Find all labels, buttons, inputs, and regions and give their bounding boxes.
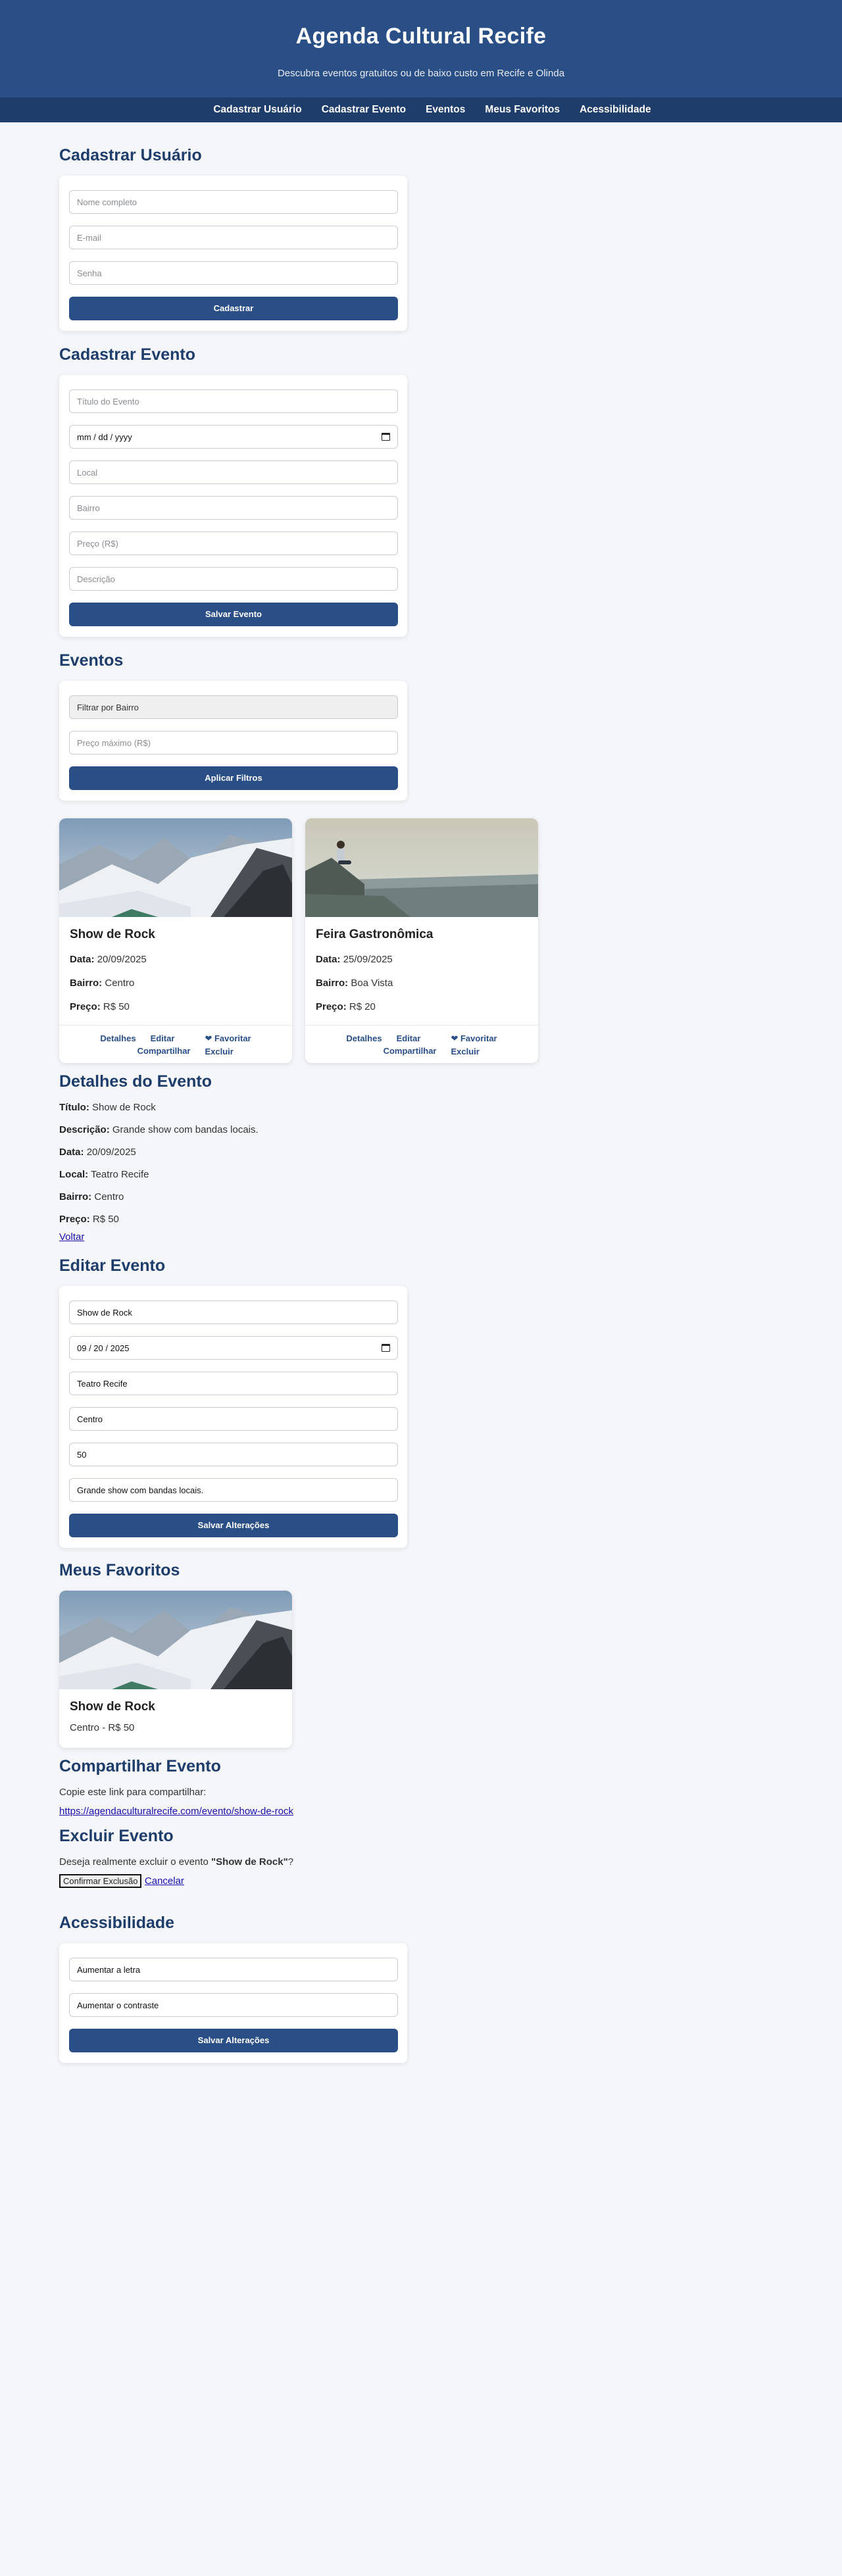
section-title-acessibilidade: Acessibilidade [59,1914,175,1932]
section-title-eventos: Eventos [59,651,124,670]
aumentar-letra-field[interactable]: Aumentar a letra [69,1958,398,1981]
nav-cadastrar-usuario[interactable]: Cadastrar Usuário [213,104,301,116]
site-title: Agenda Cultural Recife [295,24,547,49]
main-nav: Cadastrar Usuário Cadastrar Evento Event… [0,97,842,122]
event-bairro: Bairro: Centro [70,978,135,989]
edit-local-field[interactable]: Teatro Recife [69,1372,398,1395]
preco-max-field[interactable]: Preço máximo (R$) [69,731,398,755]
nav-meus-favoritos[interactable]: Meus Favoritos [485,104,560,116]
snowy-mountains-image [59,818,292,917]
event-title: Show de Rock [70,928,155,941]
nav-eventos[interactable]: Eventos [426,104,465,116]
nome-field[interactable]: Nome completo [69,190,398,214]
detalhes-button[interactable]: Detalhes [100,1033,136,1043]
detail-bairro: Bairro: Centro [59,1191,124,1202]
section-title-cadastrar-usuario: Cadastrar Usuário [59,146,202,164]
compartilhar-button[interactable]: Compartilhar [137,1046,191,1056]
section-title-cadastrar-evento: Cadastrar Evento [59,345,196,364]
event-cards-list: Show de Rock Data: 20/09/2025 Bairro: Ce… [59,818,842,1063]
titulo-field[interactable]: Título do Evento [69,389,398,413]
event-form-card: Título do Evento mm / dd / yyyy Local Ba… [59,375,407,637]
event-card: Show de Rock Data: 20/09/2025 Bairro: Ce… [59,818,292,1063]
share-text: Copie este link para compartilhar: [59,1787,207,1798]
section-title-detalhes: Detalhes do Evento [59,1072,212,1091]
event-bairro: Bairro: Boa Vista [316,978,393,989]
event-image [59,818,292,917]
filter-card: Filtrar por Bairro Preço máximo (R$) Apl… [59,681,407,801]
detail-titulo: Título: Show de Rock [59,1102,156,1113]
person-on-cliff-image [305,818,538,917]
data-field[interactable]: mm / dd / yyyy [69,425,398,449]
salvar-alteracoes-button[interactable]: Salvar Alterações [69,1514,398,1537]
compartilhar-button[interactable]: Compartilhar [384,1046,437,1056]
detail-preco: Preço: R$ 50 [59,1214,119,1225]
section-title-editar: Editar Evento [59,1256,166,1275]
section-title-favoritos: Meus Favoritos [59,1561,180,1579]
site-subtitle: Descubra eventos gratuitos ou de baixo c… [277,68,565,79]
data-field-text: mm / dd / yyyy [77,432,132,442]
favorite-info: Centro - R$ 50 [70,1722,135,1733]
calendar-icon[interactable] [382,1344,390,1352]
favoritar-button[interactable]: ❤ Favoritar [205,1033,251,1044]
detail-local: Local: Teatro Recife [59,1169,149,1180]
detalhes-button[interactable]: Detalhes [346,1033,382,1043]
event-actions: Detalhes Editar Compartilhar ❤ Favoritar E… [305,1025,538,1063]
descricao-field[interactable]: Descrição [69,567,398,591]
event-preco: Preço: R$ 20 [316,1001,376,1012]
site-header: Agenda Cultural Recife Descubra eventos … [0,0,842,97]
event-data: Data: 25/09/2025 [316,954,393,965]
edit-titulo-field[interactable]: Show de Rock [69,1300,398,1324]
salvar-evento-button[interactable]: Salvar Evento [69,603,398,626]
editar-button[interactable]: Editar [397,1033,437,1043]
delete-actions: Confirmar Exclusão Cancelar [59,1874,842,1888]
email-field[interactable]: E-mail [69,226,398,249]
detail-data: Data: 20/09/2025 [59,1147,136,1158]
preco-field[interactable]: Preço (R$) [69,532,398,555]
cancelar-link[interactable]: Cancelar [145,1875,184,1887]
bairro-filter-select[interactable]: Filtrar por Bairro [69,695,398,719]
delete-question: Deseja realmente excluir o evento "Show … [59,1856,294,1868]
favorite-card: Show de Rock Centro - R$ 50 [59,1591,292,1748]
nav-acessibilidade[interactable]: Acessibilidade [580,104,651,116]
excluir-button[interactable]: Excluir [205,1047,251,1056]
nav-cadastrar-evento[interactable]: Cadastrar Evento [322,104,406,116]
event-card: Feira Gastronômica Data: 25/09/2025 Bair… [305,818,538,1063]
calendar-icon[interactable] [382,433,390,441]
favorite-image [59,1591,292,1689]
aumentar-contraste-field[interactable]: Aumentar o contraste [69,1993,398,2017]
event-image [305,818,538,917]
favorite-title: Show de Rock [70,1700,155,1714]
user-form-card: Nome completo E-mail Senha Cadastrar [59,176,407,331]
edit-preco-field[interactable]: 50 [69,1443,398,1466]
edit-bairro-field[interactable]: Centro [69,1407,398,1431]
local-field[interactable]: Local [69,460,398,484]
share-link[interactable]: https://agendaculturalrecife.com/evento/… [59,1806,293,1817]
voltar-link[interactable]: Voltar [59,1231,84,1243]
senha-field[interactable]: Senha [69,261,398,285]
edit-descricao-field[interactable]: Grande show com bandas locais. [69,1478,398,1502]
editar-button[interactable]: Editar [151,1033,191,1043]
event-data: Data: 20/09/2025 [70,954,147,965]
edit-form-card: Show de Rock 09 / 20 / 2025 Teatro Recif… [59,1286,407,1548]
edit-data-field[interactable]: 09 / 20 / 2025 [69,1336,398,1360]
section-title-excluir: Excluir Evento [59,1827,174,1845]
bairro-field[interactable]: Bairro [69,496,398,520]
main-content: Cadastrar Usuário Nome completo E-mail S… [0,146,842,2063]
aplicar-filtros-button[interactable]: Aplicar Filtros [69,766,398,790]
excluir-button[interactable]: Excluir [451,1047,497,1056]
edit-data-text: 09 / 20 / 2025 [77,1343,130,1353]
event-preco: Preço: R$ 50 [70,1001,130,1012]
accessibility-card: Aumentar a letra Aumentar o contraste Sa… [59,1943,407,2063]
confirmar-exclusao-button[interactable]: Confirmar Exclusão [59,1874,142,1888]
detail-descricao: Descrição: Grande show com bandas locais… [59,1124,259,1135]
salvar-acessibilidade-button[interactable]: Salvar Alterações [69,2029,398,2052]
event-details: Título: Show de Rock Descrição: Grande s… [59,1102,842,1243]
favoritar-button[interactable]: ❤ Favoritar [451,1033,497,1044]
event-actions: Detalhes Editar Compartilhar ❤ Favoritar E… [59,1025,292,1063]
section-title-compartilhar: Compartilhar Evento [59,1757,221,1775]
snowy-mountains-image [59,1591,292,1689]
cadastrar-button[interactable]: Cadastrar [69,297,398,320]
event-title: Feira Gastronômica [316,928,433,941]
